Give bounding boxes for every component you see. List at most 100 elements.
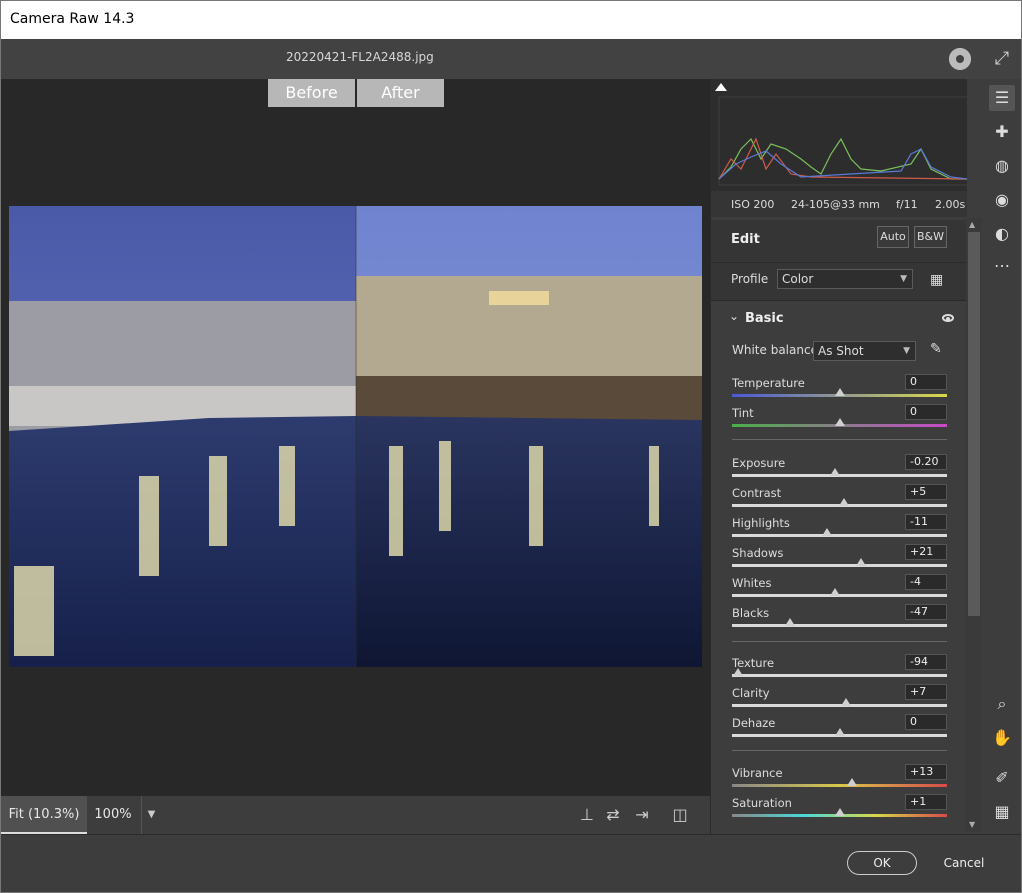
clarity-label: Clarity	[732, 686, 770, 700]
histogram-graph	[715, 83, 979, 186]
whites-label: Whites	[732, 576, 772, 590]
whites-value-field[interactable]: -4	[905, 574, 947, 590]
temperature-label: Temperature	[732, 376, 805, 390]
tint-slider-thumb[interactable]	[834, 418, 845, 426]
clarity-value-field[interactable]: +7	[905, 684, 947, 700]
aperture-label: f/11	[896, 198, 918, 211]
vibrance-value-field[interactable]: +13	[905, 764, 947, 780]
whites-slider-thumb[interactable]	[830, 588, 841, 596]
hand-icon[interactable]: ✋	[989, 725, 1015, 751]
gear-icon[interactable]	[949, 48, 971, 70]
white-balance-dropdown[interactable]: As Shot ▼	[813, 341, 916, 361]
after-label: After	[357, 79, 444, 107]
mask-icon[interactable]: ◍	[989, 153, 1015, 179]
color-sampler-icon[interactable]: ✐	[989, 765, 1015, 791]
photo-preview[interactable]	[9, 206, 702, 667]
shadows-label: Shadows	[732, 546, 784, 560]
highlights-label: Highlights	[732, 516, 790, 530]
blacks-slider-thumb[interactable]	[785, 618, 796, 626]
edit-sliders-icon[interactable]: ☰	[989, 85, 1015, 111]
grid-icon[interactable]: ▦	[989, 799, 1015, 825]
dehaze-value-field[interactable]: 0	[905, 714, 947, 730]
edit-panel: ISO 200 24-105@33 mm f/11 2.00s Edit Aut…	[710, 79, 979, 834]
profile-label: Profile	[731, 272, 769, 286]
shadows-slider-thumb[interactable]	[856, 558, 866, 566]
camera-info: ISO 200 24-105@33 mm f/11 2.00s	[711, 191, 967, 217]
chevron-down-icon[interactable]: ⌄	[729, 309, 739, 323]
zoom-100-button[interactable]: 100%	[87, 796, 139, 834]
cancel-button[interactable]: Cancel	[934, 851, 994, 875]
panel-scrollbar[interactable]: ▲ ▼	[966, 218, 982, 832]
before-label: Before	[268, 79, 355, 107]
section-divider	[732, 641, 947, 642]
basic-title: Basic	[745, 311, 784, 326]
blacks-slider-track[interactable]	[732, 624, 947, 627]
white-balance-label: White balance	[732, 343, 818, 357]
top-bar: 20220421-FL2A2488.jpg ⤢	[1, 39, 1021, 79]
highlights-value-field[interactable]: -11	[905, 514, 947, 530]
vibrance-slider-thumb[interactable]	[847, 778, 858, 786]
contrast-slider-thumb[interactable]	[838, 498, 849, 506]
iso-label: ISO 200	[731, 198, 775, 211]
healing-icon[interactable]: ✚	[989, 119, 1015, 145]
harbor-photo	[9, 206, 702, 667]
eye-icon[interactable]	[942, 314, 954, 322]
shutter-label: 2.00s	[935, 198, 966, 211]
highlights-slider-track[interactable]	[732, 534, 947, 537]
saturation-value-field[interactable]: +1	[905, 794, 947, 810]
scroll-down-icon[interactable]: ▼	[969, 820, 975, 829]
copy-settings-icon[interactable]: ⇥	[631, 804, 653, 826]
tint-label: Tint	[732, 406, 754, 420]
dialog-footer: OK Cancel	[1, 834, 1021, 892]
split-view-icon[interactable]: ⊥	[576, 804, 598, 826]
shadows-value-field[interactable]: +21	[905, 544, 947, 560]
window-title: Camera Raw 14.3	[10, 11, 135, 27]
eyedropper-icon[interactable]: ✎	[930, 341, 946, 357]
texture-slider-track[interactable]	[732, 674, 947, 677]
image-preview-area: Before After	[1, 79, 710, 795]
basic-section: ⌄ Basic White balance As Shot ▼ ✎ Temper…	[711, 300, 967, 834]
temperature-value-field[interactable]: 0	[905, 374, 947, 390]
ok-button[interactable]: OK	[847, 851, 917, 875]
scroll-up-icon[interactable]: ▲	[969, 220, 975, 229]
swap-icon[interactable]: ⇄	[602, 804, 624, 826]
chevron-down-icon: ▼	[900, 274, 907, 284]
temperature-slider-thumb[interactable]	[834, 388, 845, 396]
profile-row: Profile Color ▼ ▦	[711, 262, 967, 300]
tool-strip: ☰ ✚ ◍ ◉ ◐ … ⌕ ✋ ✐ ▦	[982, 79, 1021, 834]
texture-slider-thumb[interactable]	[733, 668, 744, 676]
contrast-value-field[interactable]: +5	[905, 484, 947, 500]
profile-value: Color	[782, 272, 814, 286]
profile-dropdown[interactable]: Color ▼	[777, 269, 913, 289]
more-icon[interactable]: …	[989, 249, 1015, 275]
clarity-slider-thumb[interactable]	[840, 698, 851, 706]
blacks-label: Blacks	[732, 606, 770, 620]
contrast-label: Contrast	[732, 486, 782, 500]
auto-button[interactable]: Auto	[877, 226, 909, 248]
expand-icon[interactable]: ⤢	[992, 49, 1012, 69]
shadows-slider-track[interactable]	[732, 564, 947, 567]
scrollbar-thumb[interactable]	[968, 232, 980, 616]
profile-browser-icon[interactable]: ▦	[930, 272, 946, 288]
filename-label: 20220421-FL2A2488.jpg	[286, 50, 434, 64]
camera-raw-window: Camera Raw 14.3 20220421-FL2A2488.jpg ⤢ …	[0, 0, 1022, 893]
tint-value-field[interactable]: 0	[905, 404, 947, 420]
saturation-slider-thumb[interactable]	[834, 808, 845, 816]
bw-button[interactable]: B&W	[914, 226, 947, 248]
edit-title: Edit	[731, 232, 760, 247]
presets-icon[interactable]: ◐	[989, 221, 1015, 247]
chevron-down-icon[interactable]: ▼	[141, 796, 161, 834]
exposure-value-field[interactable]: -0.20	[905, 454, 947, 470]
before-after-toggle-icon[interactable]: ◫	[669, 804, 691, 826]
zoom-icon[interactable]: ⌕	[989, 691, 1015, 717]
white-balance-value: As Shot	[818, 344, 864, 358]
dehaze-slider-thumb[interactable]	[834, 728, 845, 736]
highlights-slider-thumb[interactable]	[821, 528, 832, 536]
zoom-fit-button[interactable]: Fit (10.3%)	[1, 796, 87, 834]
clarity-slider-track[interactable]	[732, 704, 947, 707]
red-eye-icon[interactable]: ◉	[989, 187, 1015, 213]
blacks-value-field[interactable]: -47	[905, 604, 947, 620]
texture-value-field[interactable]: -94	[905, 654, 947, 670]
exposure-slider-thumb[interactable]	[830, 468, 841, 476]
vibrance-slider-track[interactable]	[732, 784, 947, 787]
